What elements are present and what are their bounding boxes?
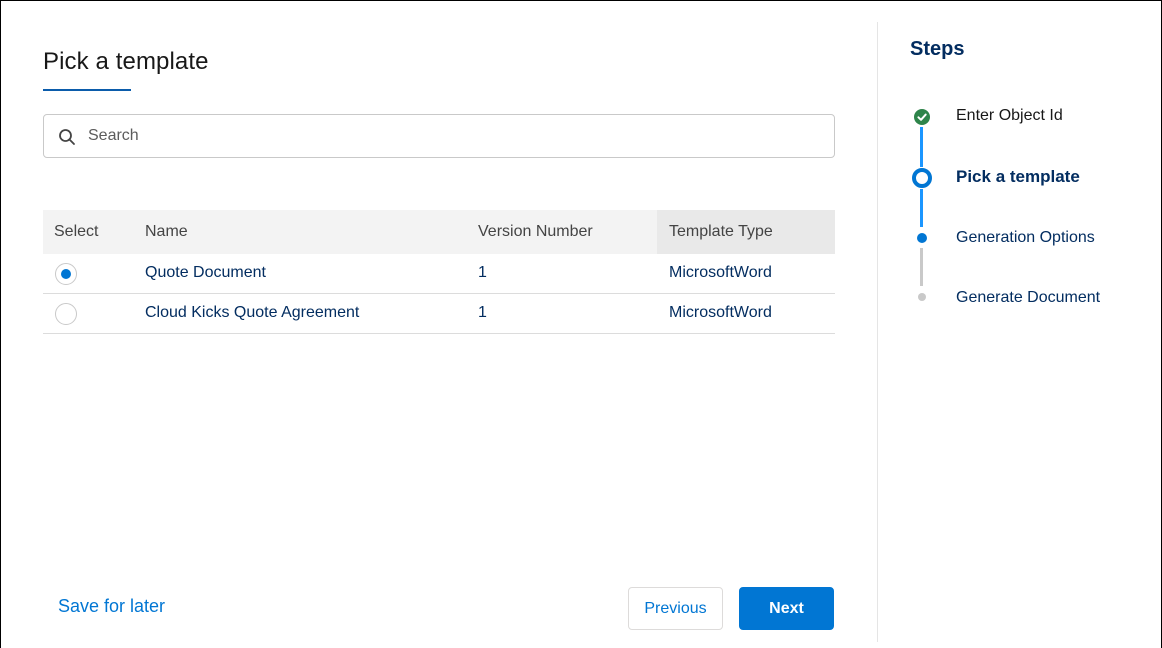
previous-button[interactable]: Previous [628,587,723,630]
step-generate-document: Generate Document [910,288,1150,312]
column-header-version[interactable]: Version Number [478,210,593,254]
column-header-select: Select [54,223,99,240]
check-icon [914,109,930,125]
column-header-type[interactable]: Template Type [657,210,835,254]
steps-title: Steps [910,38,965,60]
step-label: Enter Object Id [956,107,1063,124]
template-name: Quote Document [145,264,266,281]
step-label: Generation Options [956,229,1095,246]
template-type: MicrosoftWord [669,264,772,281]
step-connector [920,127,923,167]
panel-divider [877,22,878,642]
template-version: 1 [478,304,487,321]
step-connector [920,189,923,227]
page-title: Pick a template [43,48,209,75]
column-header-name[interactable]: Name [145,210,188,254]
template-type: MicrosoftWord [669,304,772,321]
select-radio[interactable] [55,263,77,285]
dot-icon [918,293,926,301]
template-version: 1 [478,264,487,281]
search-icon [59,129,75,145]
step-enter-object-id: Enter Object Id [910,106,1150,130]
title-underline [43,89,131,91]
select-radio[interactable] [55,303,77,325]
step-generation-options: Generation Options [910,228,1150,252]
templates-table: Select Name Version Number Template Type… [43,210,835,334]
search-input[interactable] [88,115,808,157]
step-label: Generate Document [956,289,1101,306]
step-pick-template: Pick a template [910,167,1150,191]
next-button[interactable]: Next [739,587,834,630]
template-name: Cloud Kicks Quote Agreement [145,304,360,321]
dot-icon [917,233,927,243]
search-box[interactable] [43,114,835,158]
table-header: Select Name Version Number Template Type [43,210,835,254]
save-for-later-link[interactable]: Save for later [58,596,165,617]
table-row[interactable]: Cloud Kicks Quote Agreement 1 MicrosoftW… [43,294,835,334]
step-label: Pick a template [956,167,1080,186]
step-connector [920,248,923,286]
table-row[interactable]: Quote Document 1 MicrosoftWord [43,254,835,294]
ring-icon [912,168,932,188]
main-panel: Pick a template Select Name Version Numb… [0,0,878,648]
